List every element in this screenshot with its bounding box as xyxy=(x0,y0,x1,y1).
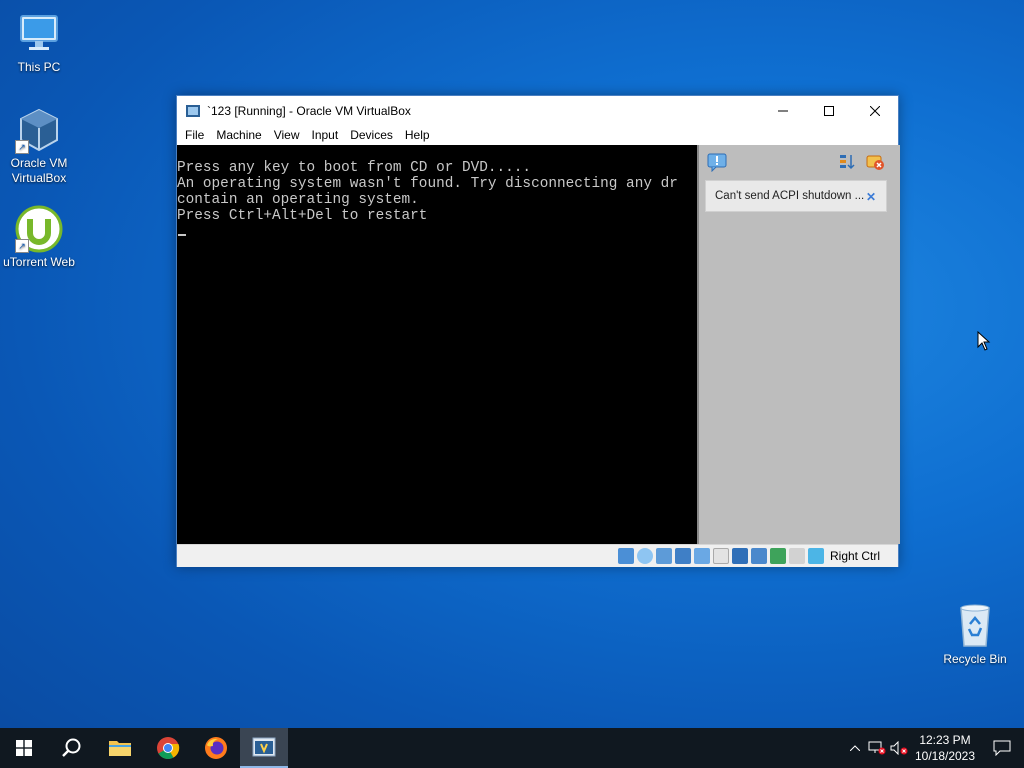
console-line: contain an operating system. xyxy=(177,192,419,208)
hard-disk-icon[interactable] xyxy=(617,548,634,564)
sort-order-icon[interactable] xyxy=(837,152,857,172)
firefox-icon xyxy=(205,737,227,759)
status-bar: Right Ctrl xyxy=(177,544,898,567)
maximize-button[interactable] xyxy=(806,96,852,125)
shared-folders-icon[interactable] xyxy=(712,548,729,564)
system-tray: 12:23 PM 10/18/2023 xyxy=(844,728,1024,768)
desktop-icon-this-pc[interactable]: This PC xyxy=(1,10,77,75)
keyboard-capture-icon[interactable] xyxy=(807,548,824,564)
notification-icon[interactable] xyxy=(707,152,727,172)
clear-all-notifications-icon[interactable] xyxy=(865,152,885,172)
desktop-icon-utorrent[interactable]: ↗ uTorrent Web xyxy=(1,205,77,270)
menu-view[interactable]: View xyxy=(268,128,306,142)
network-icon xyxy=(868,741,886,755)
text-cursor xyxy=(178,234,186,236)
optical-drive-icon[interactable] xyxy=(636,548,653,564)
chrome-icon xyxy=(157,737,180,759)
desktop-icon-label: Oracle VM VirtualBox xyxy=(10,156,68,185)
shortcut-arrow-icon: ↗ xyxy=(15,239,29,253)
shortcut-arrow-icon: ↗ xyxy=(15,140,29,154)
mouse-integration-icon[interactable] xyxy=(788,548,805,564)
menu-bar: File Machine View Input Devices Help xyxy=(177,125,898,145)
console-line: An operating system wasn't found. Try di… xyxy=(177,176,678,192)
volume-tray-button[interactable] xyxy=(888,728,910,768)
vm-display[interactable]: Press any key to boot from CD or DVD....… xyxy=(177,145,900,544)
notification-center-icon xyxy=(993,740,1011,756)
recording-icon[interactable] xyxy=(750,548,767,564)
clock[interactable]: 12:23 PM 10/18/2023 xyxy=(910,732,980,764)
start-button[interactable] xyxy=(0,728,48,768)
menu-input[interactable]: Input xyxy=(306,128,345,142)
search-icon xyxy=(62,738,81,757)
window-titlebar[interactable]: `123 [Running] - Oracle VM VirtualBox xyxy=(177,96,898,125)
host-key-label: Right Ctrl xyxy=(829,549,880,563)
taskbar: 12:23 PM 10/18/2023 xyxy=(0,728,1024,768)
network-tray-button[interactable] xyxy=(866,728,888,768)
search-button[interactable] xyxy=(48,728,96,768)
windows-logo-icon xyxy=(16,740,32,756)
recycle-bin-icon xyxy=(951,602,999,650)
console-line: Press Ctrl+Alt+Del to restart xyxy=(177,208,428,224)
action-center-button[interactable] xyxy=(980,740,1024,756)
cpu-icon[interactable] xyxy=(769,548,786,564)
menu-help[interactable]: Help xyxy=(399,128,436,142)
notification-text: Can't send ACPI shutdown ... xyxy=(715,190,865,202)
menu-machine[interactable]: Machine xyxy=(210,128,267,142)
desktop-icon-recycle-bin[interactable]: Recycle Bin xyxy=(937,602,1013,667)
desktop-icon-virtualbox[interactable]: ↗ Oracle VM VirtualBox xyxy=(1,106,77,186)
virtualbox-window: `123 [Running] - Oracle VM VirtualBox Fi… xyxy=(176,95,900,567)
console-output: Press any key to boot from CD or DVD....… xyxy=(177,160,678,224)
clock-date: 10/18/2023 xyxy=(914,749,976,763)
maximize-icon xyxy=(824,105,834,116)
notification-toast[interactable]: Can't send ACPI shutdown ... ✕ xyxy=(705,180,887,212)
notification-center: Can't send ACPI shutdown ... ✕ xyxy=(697,145,900,544)
mouse-pointer-icon xyxy=(977,331,991,351)
minimize-button[interactable] xyxy=(760,96,806,125)
close-button[interactable] xyxy=(852,96,898,125)
console-line: Press any key to boot from CD or DVD....… xyxy=(177,160,532,176)
volume-muted-icon xyxy=(890,741,908,755)
close-icon xyxy=(870,105,880,116)
virtualbox-icon: ↗ xyxy=(15,106,63,154)
desktop-icon-label: uTorrent Web xyxy=(3,255,75,269)
clock-time: 12:23 PM xyxy=(919,733,971,747)
vm-window-icon xyxy=(186,104,200,117)
audio-icon[interactable] xyxy=(655,548,672,564)
taskbar-file-explorer[interactable] xyxy=(96,728,144,768)
dismiss-notification-icon[interactable]: ✕ xyxy=(866,190,876,204)
utorrent-icon: ↗ xyxy=(15,205,63,253)
desktop-icon-label: This PC xyxy=(17,60,61,74)
show-hidden-icons-button[interactable] xyxy=(844,728,866,768)
menu-devices[interactable]: Devices xyxy=(344,128,399,142)
taskbar-virtualbox-vm[interactable] xyxy=(240,728,288,768)
monitor-icon xyxy=(15,10,63,58)
taskbar-firefox[interactable] xyxy=(192,728,240,768)
window-title: `123 [Running] - Oracle VM VirtualBox xyxy=(207,103,411,118)
chevron-up-icon xyxy=(850,745,860,751)
taskbar-chrome[interactable] xyxy=(144,728,192,768)
desktop-icon-label: Recycle Bin xyxy=(943,652,1007,666)
network-icon[interactable] xyxy=(674,548,691,564)
folder-icon xyxy=(109,741,131,756)
display-icon[interactable] xyxy=(731,548,748,564)
menu-file[interactable]: File xyxy=(179,128,210,142)
virtualbox-vm-icon xyxy=(252,737,276,757)
minimize-icon xyxy=(778,110,788,111)
usb-icon[interactable] xyxy=(693,548,710,564)
